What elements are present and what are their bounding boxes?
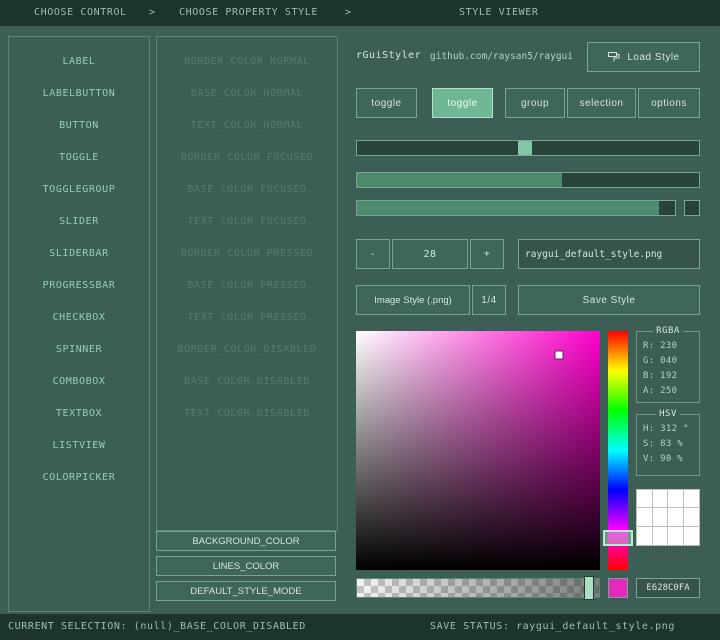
hsv-h-value: H: 312 ° [637,422,699,437]
sliderbar-fill [357,173,562,187]
controls-list-item[interactable]: BUTTON [9,110,149,142]
color-selection-marker[interactable] [555,351,562,358]
alpha-handle[interactable] [584,576,594,600]
controls-list-item[interactable]: LABELBUTTON [9,78,149,110]
load-style-label: Load Style [627,52,679,63]
demo-progressbar [356,200,676,216]
properties-list-item[interactable]: BASE_COLOR_NORMAL [157,78,337,110]
spinner-value-box[interactable]: 28 [392,239,468,269]
controls-list-item[interactable]: SPINNER [9,334,149,366]
color-palette-grid [636,489,700,546]
toggle-option-2[interactable]: toggle [432,88,493,118]
spinner-increment-button[interactable]: + [470,239,504,269]
hsv-title: HSV [656,409,680,419]
save-style-button[interactable]: Save Style [518,285,700,315]
current-selection-status: CURRENT SELECTION: (null)_BASE_COLOR_DIS… [8,614,306,640]
breadcrumb-choose-property-style: CHOOSE PROPERTY STYLE [179,0,318,26]
properties-list-item[interactable]: BASE_COLOR_FOCUSED [157,174,337,206]
palette-cell[interactable] [653,490,669,508]
color-saturation-value-panel[interactable] [356,331,600,570]
properties-list: BORDER_COLOR_NORMAL BASE_COLOR_NORMAL TE… [156,36,338,531]
properties-list-item[interactable]: BORDER_COLOR_FOCUSED [157,142,337,174]
properties-list-item[interactable]: BASE_COLOR_PRESSED [157,270,337,302]
save-status: SAVE STATUS: raygui_default_style.png [430,614,675,640]
properties-list-item[interactable]: BORDER_COLOR_NORMAL [157,46,337,78]
toggle-option-5[interactable]: options [638,88,700,118]
palette-cell[interactable] [684,508,700,526]
rgba-r-value: R: 230 [637,339,699,354]
controls-list-item[interactable]: PROGRESSBAR [9,270,149,302]
controls-list-item[interactable]: TOGGLEGROUP [9,174,149,206]
properties-list-item[interactable]: TEXT_COLOR_PRESSED [157,302,337,334]
toggle-option-3[interactable]: group [505,88,565,118]
controls-list-item[interactable]: TOGGLE [9,142,149,174]
alpha-slider[interactable] [356,578,600,598]
palette-cell[interactable] [637,490,653,508]
load-style-button[interactable]: Load Style [587,42,700,72]
rgba-groupbox: RGBA R: 230 G: 040 B: 192 A: 250 [636,331,700,403]
properties-list-item[interactable]: BORDER_COLOR_DISABLED [157,334,337,366]
chevron-right-icon: > [345,0,352,26]
page-indicator-button[interactable]: 1/4 [472,285,506,315]
rgba-title: RGBA [653,326,683,336]
hex-value-input[interactable]: E628C0FA [636,578,700,598]
rgba-g-value: G: 040 [637,354,699,369]
palette-cell[interactable] [637,527,653,545]
controls-list-item[interactable]: COLORPICKER [9,462,149,494]
paint-roller-icon [607,50,621,64]
image-style-button[interactable]: Image Style (.png) [356,285,470,315]
hue-handle[interactable] [603,530,633,546]
toggle-option-4[interactable]: selection [567,88,636,118]
github-link[interactable]: github.com/raysan5/raygui [430,51,573,62]
hsv-s-value: S: 83 % [637,437,699,452]
demo-sliderbar[interactable] [356,172,700,188]
controls-list-item[interactable]: LABEL [9,46,149,78]
status-bar: CURRENT SELECTION: (null)_BASE_COLOR_DIS… [0,614,720,640]
progressbar-fill [357,201,659,215]
hsv-groupbox: HSV H: 312 ° S: 83 % V: 90 % [636,414,700,476]
toggle-option-1[interactable]: toggle [356,88,417,118]
demo-slider[interactable] [356,140,700,156]
controls-list-item[interactable]: LISTVIEW [9,430,149,462]
rgba-b-value: B: 192 [637,369,699,384]
spinner-decrement-button[interactable]: - [356,239,390,269]
background-color-button[interactable]: BACKGROUND_COLOR [156,531,336,551]
palette-cell[interactable] [668,527,684,545]
top-bar: CHOOSE CONTROL > CHOOSE PROPERTY STYLE >… [0,0,720,26]
palette-cell[interactable] [668,508,684,526]
rgba-a-value: A: 250 [637,384,699,399]
app-name-label: rGuiStyler [356,50,421,61]
palette-cell[interactable] [637,508,653,526]
properties-list-item[interactable]: BASE_COLOR_DISABLED [157,366,337,398]
palette-cell[interactable] [653,527,669,545]
properties-list-item[interactable]: TEXT_COLOR_NORMAL [157,110,337,142]
properties-list-item[interactable]: BORDER_COLOR_PRESSED [157,238,337,270]
picked-color-swatch [608,578,628,598]
controls-list-item[interactable]: CHECKBOX [9,302,149,334]
hsv-v-value: V: 90 % [637,452,699,467]
demo-checkbox[interactable] [684,200,700,216]
default-style-mode-button[interactable]: DEFAULT_STYLE_MODE [156,581,336,601]
controls-list-item[interactable]: TEXTBOX [9,398,149,430]
breadcrumb-style-viewer: STYLE VIEWER [459,0,538,26]
properties-list-item[interactable]: TEXT_COLOR_FOCUSED [157,206,337,238]
properties-list-item[interactable]: TEXT_COLOR_DISABLED [157,398,337,430]
controls-list: LABEL LABELBUTTON BUTTON TOGGLE TOGGLEGR… [8,36,150,612]
hue-bar[interactable] [608,331,628,570]
controls-list-item[interactable]: COMBOBOX [9,366,149,398]
palette-cell[interactable] [684,527,700,545]
controls-list-item[interactable]: SLIDER [9,206,149,238]
chevron-right-icon: > [149,0,156,26]
filename-input[interactable]: raygui_default_style.png [518,239,700,269]
palette-cell[interactable] [668,490,684,508]
rguistyler-app: CHOOSE CONTROL > CHOOSE PROPERTY STYLE >… [0,0,720,640]
slider-handle[interactable] [518,141,532,155]
controls-list-item[interactable]: SLIDERBAR [9,238,149,270]
breadcrumb-choose-control: CHOOSE CONTROL [34,0,127,26]
lines-color-button[interactable]: LINES_COLOR [156,556,336,576]
palette-cell[interactable] [684,490,700,508]
palette-cell[interactable] [653,508,669,526]
